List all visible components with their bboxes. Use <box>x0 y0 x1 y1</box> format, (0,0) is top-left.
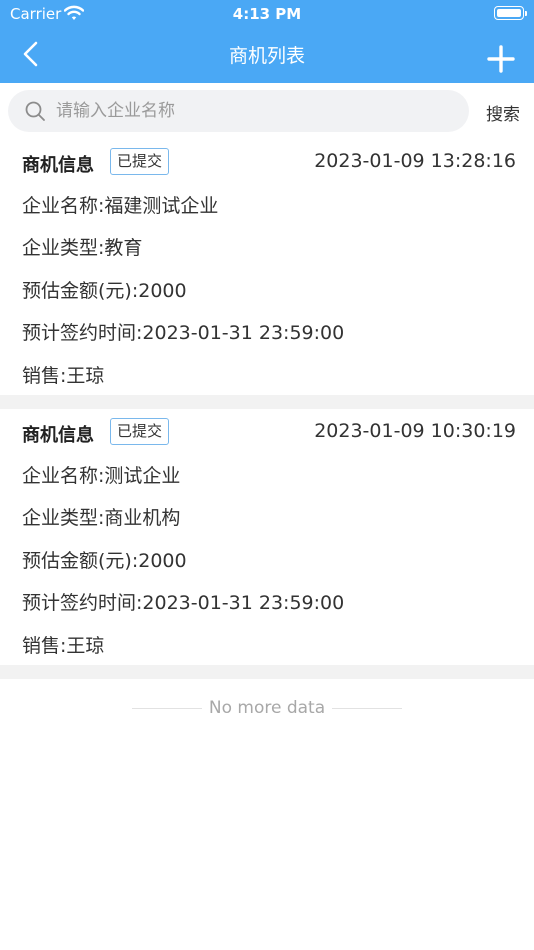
divider <box>0 665 534 679</box>
estimated-amount: 预估金额(元):2000 <box>22 280 187 302</box>
estimated-amount: 预估金额(元):2000 <box>22 550 187 572</box>
page-title: 商机列表 <box>228 45 305 67</box>
company-name: 企业名称:测试企业 <box>22 465 181 487</box>
divider <box>0 395 534 409</box>
company-type: 企业类型:商业机构 <box>22 507 181 529</box>
no-more-text: No more data <box>208 698 326 718</box>
company-name: 企业名称:福建测试企业 <box>22 195 219 217</box>
list-item[interactable]: 商机信息 已提交 2023-01-09 10:30:19 企业名称:测试企业 企… <box>0 414 534 665</box>
list-item[interactable]: 商机信息 已提交 2023-01-09 13:28:16 企业名称:福建测试企业… <box>0 144 534 395</box>
back-button[interactable] <box>16 38 46 70</box>
status-badge: 已提交 <box>110 418 170 445</box>
status-bar: Carrier 4:13 PM <box>0 0 534 28</box>
sales-person: 销售:王琼 <box>22 365 105 387</box>
divider-line <box>332 708 402 709</box>
card-title: 商机信息 <box>22 155 94 176</box>
status-badge: 已提交 <box>110 148 170 175</box>
expected-sign-time: 预计签约时间:2023-01-31 23:59:00 <box>22 322 345 344</box>
battery-icon <box>494 6 527 20</box>
card-title: 商机信息 <box>22 425 94 446</box>
add-button[interactable] <box>486 44 516 74</box>
card-header: 商机信息 已提交 2023-01-09 13:28:16 <box>22 147 516 177</box>
clock: 4:13 PM <box>232 5 302 23</box>
search-box[interactable] <box>8 90 469 132</box>
plus-icon <box>487 45 515 73</box>
search-input[interactable] <box>56 90 456 132</box>
expected-sign-time: 预计签约时间:2023-01-31 23:59:00 <box>22 592 345 614</box>
company-type: 企业类型:教育 <box>22 237 143 259</box>
sales-person: 销售:王琼 <box>22 635 105 657</box>
created-time: 2023-01-09 13:28:16 <box>314 150 516 172</box>
created-time: 2023-01-09 10:30:19 <box>314 420 516 442</box>
top-bar: Carrier 4:13 PM 商机列表 <box>0 0 534 83</box>
search-button[interactable]: 搜索 <box>486 100 520 125</box>
chevron-left-icon <box>23 41 38 67</box>
search-icon <box>25 101 45 121</box>
card-header: 商机信息 已提交 2023-01-09 10:30:19 <box>22 417 516 447</box>
search-bar: 搜索 <box>0 83 534 140</box>
no-more-data: No more data <box>0 696 534 720</box>
